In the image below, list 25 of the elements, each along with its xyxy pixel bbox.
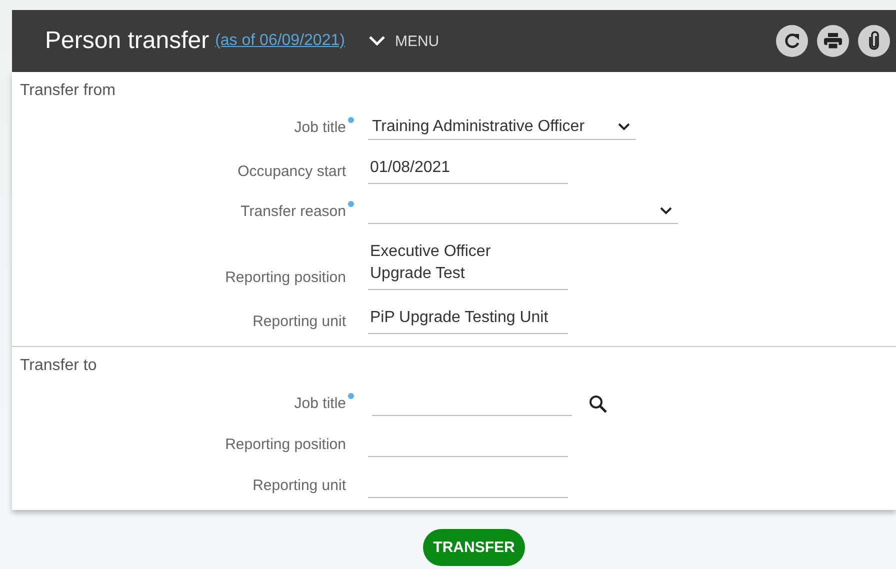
select-field[interactable]: Training Administrative Officer bbox=[368, 117, 636, 140]
field-label: Reporting position bbox=[225, 436, 346, 453]
field-label: Job title bbox=[294, 395, 346, 412]
as-of-date-link[interactable]: (as of 06/09/2021) bbox=[215, 32, 345, 50]
text-field[interactable]: PiP Upgrade Testing Unit bbox=[368, 307, 568, 334]
caret-icon bbox=[660, 206, 672, 214]
field-label: Reporting unit bbox=[252, 477, 346, 494]
field-label: Transfer reason bbox=[240, 203, 346, 220]
field-label: Occupancy start bbox=[238, 163, 346, 180]
menu-button[interactable]: MENU bbox=[368, 32, 440, 50]
field-label: Reporting position bbox=[225, 269, 346, 286]
text-field[interactable]: 01/08/2021 bbox=[368, 157, 568, 184]
field-label: Reporting unit bbox=[252, 313, 346, 330]
field-label: Job title bbox=[294, 119, 346, 136]
section-title: Transfer from bbox=[20, 82, 116, 100]
refresh-icon[interactable] bbox=[776, 25, 808, 57]
page-title: Person transfer bbox=[45, 27, 210, 55]
transfer-button[interactable]: TRANSFER bbox=[423, 529, 525, 566]
section-title: Transfer to bbox=[20, 357, 98, 375]
caret-icon bbox=[618, 122, 630, 130]
paperclip-icon[interactable] bbox=[858, 25, 890, 57]
text-field[interactable]: Executive Officer Upgrade Test bbox=[368, 241, 568, 290]
chevron-icon bbox=[368, 36, 385, 46]
search-icon[interactable] bbox=[588, 394, 608, 414]
print-icon[interactable] bbox=[817, 25, 849, 57]
